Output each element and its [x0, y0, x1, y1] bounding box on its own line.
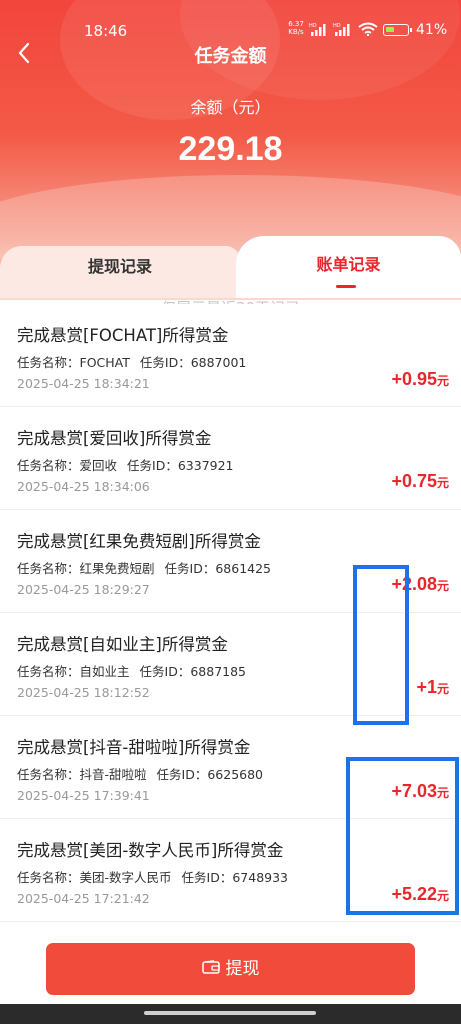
task-name-label: 任务名称：	[17, 458, 80, 473]
task-id: 6337921	[177, 458, 234, 473]
task-id-label: 任务ID：	[139, 355, 191, 370]
record-title: 完成悬赏[抖音-甜啦啦]所得赏金	[17, 738, 251, 757]
record-meta: 任务名称：自如业主 任务ID：6887185	[17, 661, 246, 680]
record-meta: 任务名称：FOCHAT 任务ID：6887001	[17, 352, 246, 371]
record-title: 完成悬赏[美团-数字人民币]所得赏金	[17, 841, 284, 860]
record-title: 完成悬赏[FOCHAT]所得赏金	[17, 326, 229, 345]
record-time: 2025-04-25 18:34:21	[17, 376, 150, 391]
amount-unit: 元	[436, 374, 449, 388]
amount-unit: 元	[436, 476, 449, 490]
amount-value: +1	[416, 677, 437, 697]
record-title: 完成悬赏[爱回收]所得赏金	[17, 429, 212, 448]
task-id-label: 任务ID：	[127, 458, 178, 473]
amount-value: +0.75	[391, 471, 437, 491]
record-amount: +0.95元	[391, 369, 449, 390]
wallet-icon	[201, 960, 220, 974]
record-amount: +1元	[416, 677, 449, 698]
record-tabs: 提现记录 账单记录	[0, 236, 461, 298]
record-time: 2025-04-25 18:29:27	[17, 582, 150, 597]
tab-bill-records[interactable]: 账单记录	[236, 236, 461, 298]
record-time: 2025-04-25 18:34:06	[17, 479, 150, 494]
amount-value: +0.95	[391, 369, 437, 389]
record-title: 完成悬赏[红果免费短剧]所得赏金	[17, 532, 261, 551]
record-title: 完成悬赏[自如业主]所得赏金	[17, 635, 228, 654]
record-amount: +0.75元	[391, 471, 449, 492]
page-title: 任务金额	[194, 46, 267, 67]
network-speed-value: 6.37	[288, 20, 304, 28]
record-time: 2025-04-25 17:39:41	[17, 788, 150, 803]
task-id: 6861425	[215, 561, 272, 576]
withdraw-button-label: 提现	[225, 959, 260, 979]
task-name: 自如业主	[79, 664, 130, 679]
task-id: 6625680	[207, 767, 264, 782]
task-id-label: 任务ID：	[156, 767, 208, 782]
highlight-box	[346, 757, 459, 915]
task-name: 抖音-甜啦啦	[79, 767, 147, 782]
task-name: 爱回收	[79, 458, 118, 473]
balance-label: 余额（元）	[190, 98, 271, 117]
battery-icon	[383, 24, 412, 36]
nav-bar: 任务金额	[0, 36, 461, 72]
task-id-label: 任务ID：	[181, 870, 233, 885]
task-name: 红果免费短剧	[79, 561, 155, 576]
svg-text:HD: HD	[333, 23, 341, 29]
battery-level	[386, 27, 394, 32]
task-id: 6887001	[190, 355, 247, 370]
task-name-label: 任务名称：	[17, 561, 80, 576]
record-meta: 任务名称：爱回收 任务ID：6337921	[17, 455, 234, 474]
task-name: FOCHAT	[79, 355, 130, 370]
bill-record-row: 完成悬赏[FOCHAT]所得赏金任务名称：FOCHAT 任务ID：6887001 2…	[0, 304, 461, 407]
amount-unit: 元	[436, 579, 449, 593]
task-id-label: 任务ID：	[164, 561, 216, 576]
amount-unit: 元	[436, 682, 449, 696]
network-speed-unit: KB/s	[288, 28, 304, 36]
task-name-label: 任务名称：	[17, 767, 80, 782]
network-speed: 6.37 KB/s	[286, 20, 306, 36]
active-tab-indicator	[336, 285, 356, 288]
signal-icon: HD	[333, 23, 350, 36]
record-meta: 任务名称：抖音-甜啦啦 任务ID：6625680	[17, 764, 263, 783]
tab-withdraw-records[interactable]: 提现记录	[0, 246, 240, 298]
task-id-label: 任务ID：	[139, 664, 191, 679]
balance-value: 229.18	[178, 130, 283, 168]
task-name-label: 任务名称：	[17, 870, 80, 885]
task-id: 6887185	[190, 664, 247, 679]
record-time: 2025-04-25 17:21:42	[17, 891, 150, 906]
task-name: 美团-数字人民币	[79, 870, 172, 885]
task-name-label: 任务名称：	[17, 664, 80, 679]
withdraw-button[interactable]: 提现	[46, 943, 415, 995]
highlight-box	[353, 565, 409, 725]
bill-record-row: 完成悬赏[爱回收]所得赏金任务名称：爱回收 任务ID：6337921 2025-04…	[0, 407, 461, 510]
signal-icon: HD	[309, 23, 326, 36]
record-meta: 任务名称：美团-数字人民币 任务ID：6748933	[17, 867, 288, 886]
record-time: 2025-04-25 18:12:52	[17, 685, 150, 700]
svg-text:HD: HD	[309, 23, 317, 29]
wifi-icon	[358, 22, 378, 36]
home-indicator[interactable]	[144, 1011, 316, 1015]
task-id: 6748933	[232, 870, 289, 885]
record-meta: 任务名称：红果免费短剧 任务ID：6861425	[17, 558, 271, 577]
task-name-label: 任务名称：	[17, 355, 80, 370]
